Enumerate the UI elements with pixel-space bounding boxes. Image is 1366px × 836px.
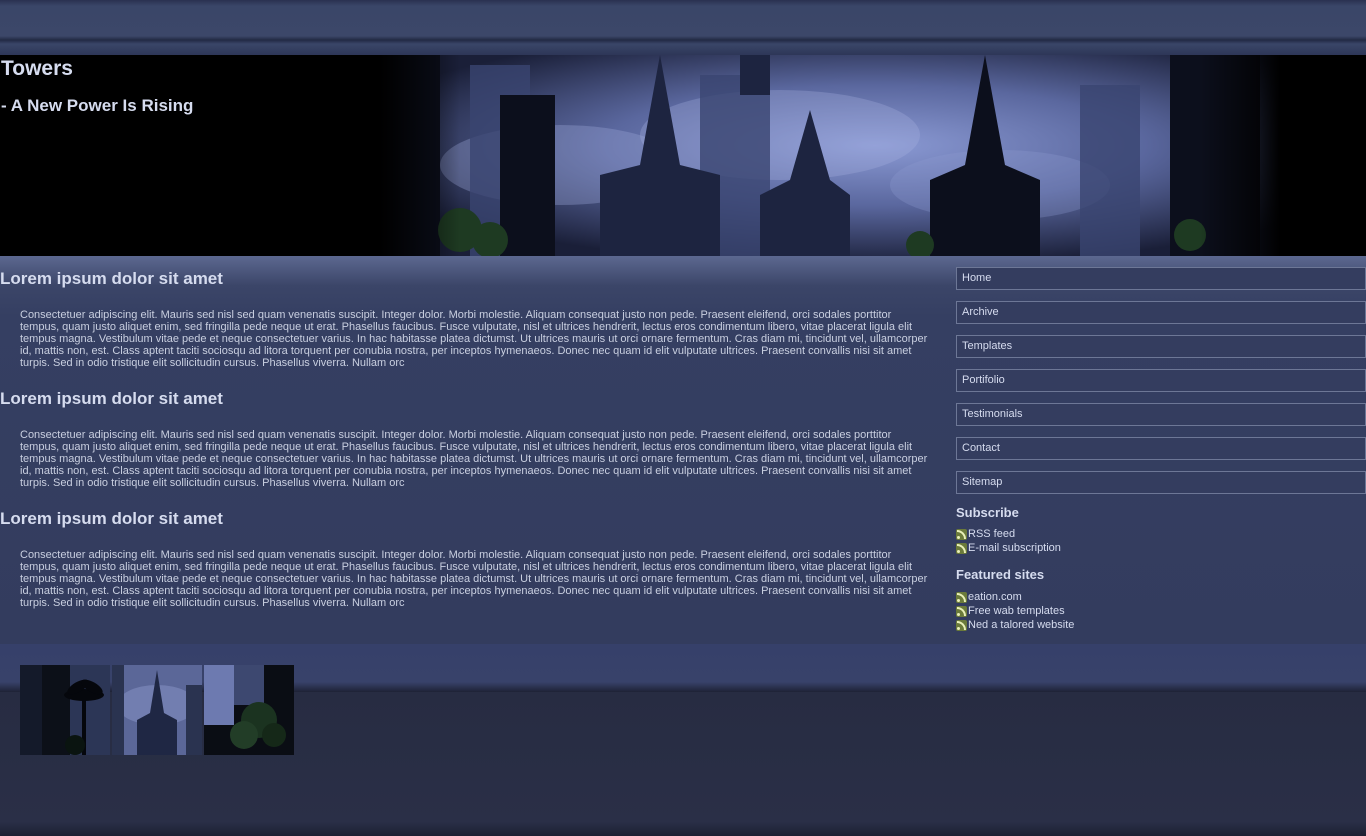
post-body: Consectetuer adipiscing elit. Mauris sed… xyxy=(20,549,928,609)
subscribe-link[interactable]: E-mail subscription xyxy=(956,541,1366,555)
sidebar: Home Archive Templates Portifolio Testim… xyxy=(956,267,1366,632)
featured-heading: Featured sites xyxy=(956,567,1045,582)
rss-icon xyxy=(956,591,967,603)
nav-item-templates[interactable]: Templates xyxy=(956,335,1366,358)
site-title: Towers xyxy=(1,57,73,80)
nav-item-archive[interactable]: Archive xyxy=(956,301,1366,324)
thumbnail-foliage[interactable] xyxy=(204,665,294,755)
nav-item-contact[interactable]: Contact xyxy=(956,437,1366,460)
post-title: Lorem ipsum dolor sit amet xyxy=(0,509,223,528)
nav-item-sitemap[interactable]: Sitemap xyxy=(956,471,1366,494)
post: Lorem ipsum dolor sit amet Consectetuer … xyxy=(0,388,935,508)
nav-item-home[interactable]: Home xyxy=(956,267,1366,290)
main-content: Lorem ipsum dolor sit amet Consectetuer … xyxy=(0,268,935,628)
featured-link[interactable]: Free wab templates xyxy=(956,604,1366,618)
subscribe-link-label: RSS feed xyxy=(968,528,1016,540)
featured-link[interactable]: Ned a talored website xyxy=(956,618,1366,632)
featured-list: eation.com Free wab templates Ned a talo… xyxy=(956,590,1366,632)
thumbnail-tower[interactable] xyxy=(112,665,202,755)
towers-illustration xyxy=(380,55,1280,256)
rss-icon xyxy=(956,619,967,631)
top-bar xyxy=(0,0,1366,56)
post: Lorem ipsum dolor sit amet Consectetuer … xyxy=(0,268,935,388)
subscribe-heading: Subscribe xyxy=(956,505,1019,520)
featured-link-label: Ned a talored website xyxy=(968,619,1075,631)
rss-icon xyxy=(956,528,967,540)
rss-icon xyxy=(956,605,967,617)
subscribe-list: RSS feed E-mail subscription xyxy=(956,527,1366,555)
post-title: Lorem ipsum dolor sit amet xyxy=(0,389,223,408)
rss-icon xyxy=(956,542,967,554)
nav-item-testimonials[interactable]: Testimonials xyxy=(956,403,1366,426)
featured-link-label: Free wab templates xyxy=(968,605,1065,617)
post: Lorem ipsum dolor sit amet Consectetuer … xyxy=(0,508,935,628)
nav-item-portifolio[interactable]: Portifolio xyxy=(956,369,1366,392)
site-tagline: - A New Power Is Rising xyxy=(1,96,194,115)
thumbnail-palm[interactable] xyxy=(20,665,110,755)
post-title: Lorem ipsum dolor sit amet xyxy=(0,269,223,288)
subscribe-link[interactable]: RSS feed xyxy=(956,527,1366,541)
header-banner: Towers - A New Power Is Rising xyxy=(0,55,1366,256)
featured-link[interactable]: eation.com xyxy=(956,590,1366,604)
thumbnail-gallery xyxy=(20,665,294,755)
subscribe-link-label: E-mail subscription xyxy=(968,542,1061,554)
featured-link-label: eation.com xyxy=(968,591,1022,603)
post-body: Consectetuer adipiscing elit. Mauris sed… xyxy=(20,429,928,489)
post-body: Consectetuer adipiscing elit. Mauris sed… xyxy=(20,309,928,369)
